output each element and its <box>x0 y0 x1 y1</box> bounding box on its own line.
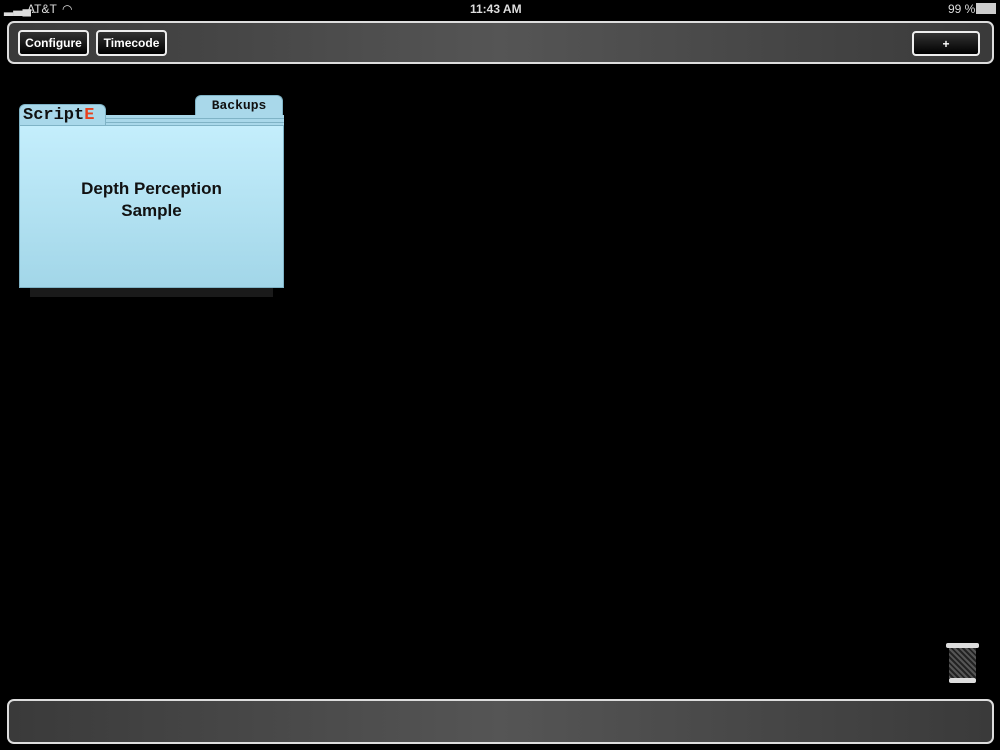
backups-tab[interactable]: Backups <box>195 95 283 117</box>
bottom-toolbar <box>7 699 994 744</box>
title-line1: Depth Perception <box>81 179 222 198</box>
script-folder[interactable]: Backups ScriptE Depth Perception Sample <box>19 95 284 290</box>
status-bar: ▂▃▄.. AT&T ◠ 11:43 AM 99 % <box>0 0 1000 18</box>
top-toolbar: Configure Timecode + <box>7 21 994 64</box>
script-title: Depth Perception Sample <box>20 178 283 222</box>
logo-text: Script <box>23 106 85 125</box>
logo-accent: E <box>84 106 95 125</box>
clock: 11:43 AM <box>470 2 522 16</box>
configure-button[interactable]: Configure <box>18 30 89 56</box>
battery-icon <box>976 3 996 14</box>
folder-body[interactable]: Depth Perception Sample <box>19 125 284 288</box>
trash-icon[interactable] <box>946 643 979 683</box>
add-button[interactable]: + <box>912 31 980 56</box>
folder-logo: ScriptE <box>19 104 106 126</box>
timecode-button[interactable]: Timecode <box>96 30 167 56</box>
title-line2: Sample <box>121 201 182 220</box>
carrier: AT&T <box>27 2 57 16</box>
wifi-icon: ◠ <box>62 2 73 16</box>
battery-percent: 99 % <box>948 2 976 16</box>
